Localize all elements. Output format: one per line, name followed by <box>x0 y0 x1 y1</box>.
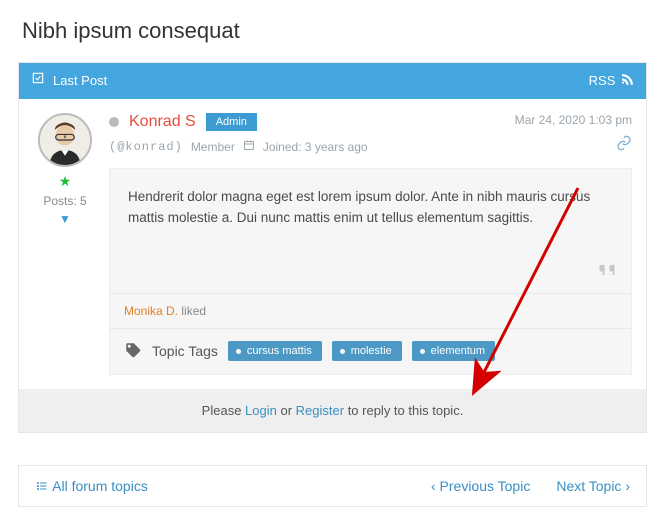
role-badge: Admin <box>206 113 257 131</box>
posts-count: Posts: 5 <box>33 194 97 208</box>
joined-value: 3 years ago <box>305 140 368 154</box>
reply-mid: or <box>277 403 296 418</box>
expand-caret-icon[interactable]: ▼ <box>33 212 97 226</box>
post-timestamp: Mar 24, 2020 1:03 pm <box>515 113 632 127</box>
author-handle: (@konrad) <box>109 140 183 154</box>
author-link[interactable]: Konrad S <box>129 113 196 131</box>
rss-label: RSS <box>589 73 616 88</box>
last-post-icon <box>31 63 45 99</box>
login-link[interactable]: Login <box>245 403 277 418</box>
topbar: Last Post RSS <box>19 63 646 99</box>
liked-user-link[interactable]: Monika D. <box>124 304 178 318</box>
status-dot-icon <box>109 117 119 127</box>
prev-topic-label: Previous Topic <box>440 478 531 494</box>
tag-icon <box>124 341 142 362</box>
topic-tag[interactable]: elementum <box>412 341 495 361</box>
last-post-label: Last Post <box>53 63 107 99</box>
reply-prefix: Please <box>202 403 245 418</box>
register-link[interactable]: Register <box>296 403 344 418</box>
avatar[interactable] <box>38 113 92 167</box>
bottom-nav: All forum topics ‹ Previous Topic Next T… <box>18 465 647 507</box>
author-sidebar: ★ Posts: 5 ▼ <box>33 113 97 375</box>
post-panel: Last Post RSS ★ Posts: 5 ▼ <box>18 62 647 433</box>
rss-icon <box>619 73 634 88</box>
chevron-left-icon: ‹ <box>431 478 440 494</box>
liked-bar: Monika D. liked <box>110 293 631 328</box>
author-rank: Member <box>191 140 235 154</box>
next-topic-label: Next Topic <box>556 478 621 494</box>
next-topic-link[interactable]: Next Topic › <box>556 478 630 494</box>
permalink-icon[interactable] <box>616 135 632 151</box>
reply-suffix: to reply to this topic. <box>344 403 463 418</box>
author-subline: (@konrad) Member Joined: 3 years ago <box>109 139 368 154</box>
all-topics-label: All forum topics <box>52 478 148 494</box>
topic-tag[interactable]: molestie <box>332 341 402 361</box>
page-title: Nibh ipsum consequat <box>22 18 647 44</box>
quote-icon[interactable] <box>597 262 617 284</box>
rank-star-icon: ★ <box>33 173 97 190</box>
reply-prompt: Please Login or Register to reply to thi… <box>19 389 646 432</box>
calendar-icon <box>243 139 255 154</box>
list-icon <box>35 478 52 494</box>
tags-label: Topic Tags <box>152 343 218 359</box>
prev-topic-link[interactable]: ‹ Previous Topic <box>431 478 530 494</box>
post-content: Hendrerit dolor magna eget est lorem ips… <box>110 169 631 253</box>
joined-label: Joined: <box>263 140 302 154</box>
liked-suffix: liked <box>178 304 206 318</box>
topic-tag[interactable]: cursus mattis <box>228 341 322 361</box>
chevron-right-icon: › <box>621 478 630 494</box>
tags-bar: Topic Tags cursus mattis molestie elemen… <box>110 328 631 374</box>
all-topics-link[interactable]: All forum topics <box>35 478 148 494</box>
post-body: Hendrerit dolor magna eget est lorem ips… <box>109 168 632 375</box>
rss-link[interactable]: RSS <box>589 63 634 99</box>
